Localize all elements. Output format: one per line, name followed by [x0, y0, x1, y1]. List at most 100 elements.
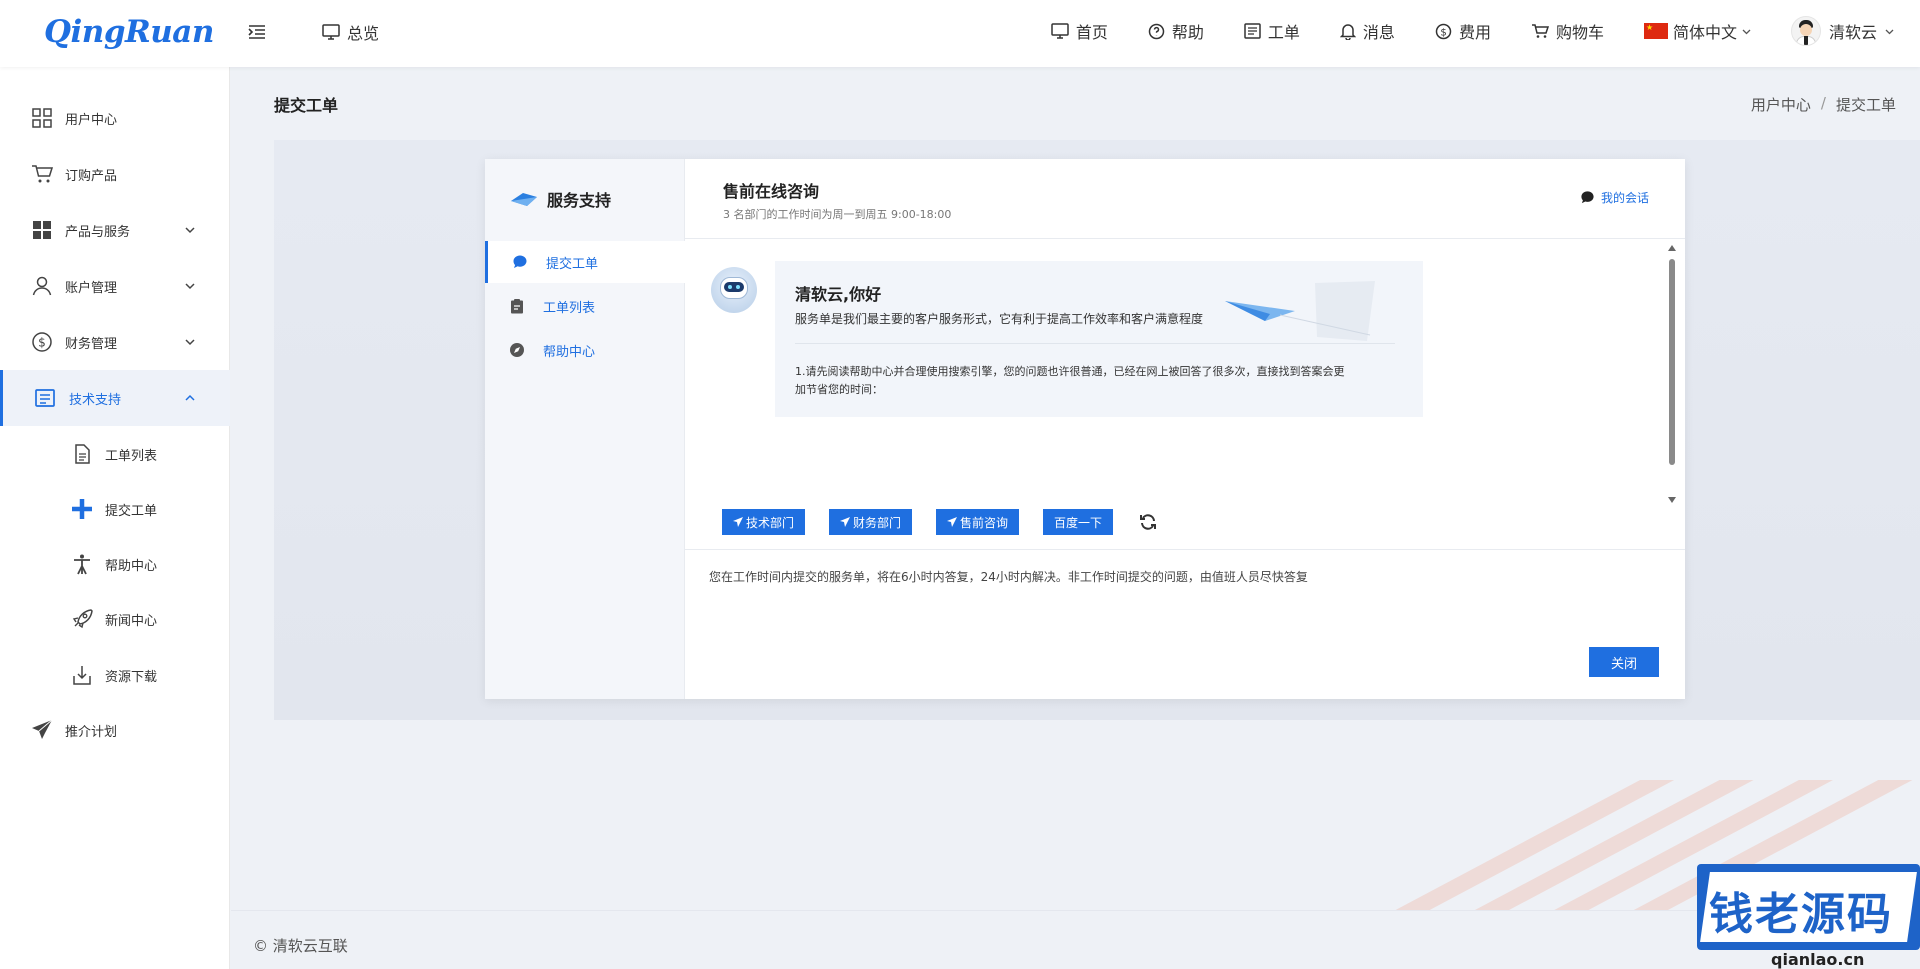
page-title: 提交工单 [274, 96, 339, 115]
close-button[interactable]: 关闭 [1589, 647, 1659, 677]
welcome-title: 清软云,你好 [795, 285, 882, 304]
cart-icon [32, 165, 53, 183]
nav-message[interactable]: 消息 [1339, 19, 1395, 43]
cloud-icon [511, 193, 537, 206]
send-icon [733, 517, 743, 527]
apps-icon [33, 221, 51, 239]
consult-title: 售前在线咨询 [723, 182, 820, 201]
sidebar-item-finance[interactable]: $ 财务管理 [0, 314, 230, 370]
finance-dept-button[interactable]: 财务部门 [829, 509, 913, 535]
dollar-icon: $ [32, 332, 52, 352]
breadcrumb-separator: / [1820, 94, 1826, 112]
sidebar-item-submit-ticket[interactable]: 提交工单 [0, 481, 230, 537]
paper-plane-decoration-icon [1225, 281, 1375, 341]
presales-button[interactable]: 售前咨询 [936, 509, 1020, 535]
sidebar-item-help-center[interactable]: 帮助中心 [0, 536, 230, 592]
monitor-icon [1051, 23, 1069, 39]
chevron-up-icon [185, 394, 195, 401]
nav-cart[interactable]: 购物车 [1531, 19, 1604, 43]
sidebar-item-label: 推介计划 [65, 724, 118, 740]
scroll-up-icon[interactable] [1668, 245, 1676, 251]
nav-home-label: 首页 [1075, 23, 1108, 42]
sidebar-item-label: 新闻中心 [105, 613, 158, 629]
sidebar-item-products-services[interactable]: 产品与服务 [0, 202, 230, 258]
chevron-down-icon [185, 283, 195, 290]
grid-icon [32, 108, 52, 128]
finance-dept-label: 财务部门 [853, 515, 902, 530]
send-icon [947, 517, 958, 527]
person-icon [74, 554, 90, 575]
scroll-thumb[interactable] [1669, 259, 1675, 465]
menu-submit-ticket[interactable]: 提交工单 [485, 241, 685, 283]
sidebar-item-label: 技术支持 [69, 392, 122, 408]
welcome-tip: 1.请先阅读帮助中心并合理使用搜索引擎，您的问题也许很普通，已经在网上被回答了很… [795, 365, 1345, 396]
nav-fee-label: 费用 [1458, 23, 1491, 42]
sidebar-item-downloads[interactable]: 资源下载 [0, 647, 230, 703]
robot-avatar-icon [711, 267, 757, 313]
chevron-down-icon [1742, 29, 1751, 34]
divider [795, 343, 1395, 344]
nav-ticket-label: 工单 [1267, 23, 1300, 42]
chat-scrollbar[interactable] [1666, 243, 1678, 505]
nav-fee[interactable]: $ 费用 [1435, 19, 1491, 43]
sidebar-item-order-products[interactable]: 订购产品 [0, 146, 230, 202]
footer: © 清软云互联 [231, 910, 1920, 969]
support-title: 服务支持 [509, 187, 611, 211]
sidebar-item-account[interactable]: 账户管理 [0, 258, 230, 314]
bell-icon [1339, 23, 1356, 40]
nav-ticket[interactable]: 工单 [1244, 19, 1300, 43]
breadcrumb: 用户中心 / 提交工单 [1751, 94, 1896, 115]
monitor-icon [322, 24, 340, 40]
chevron-down-icon [185, 227, 195, 234]
nav-home[interactable]: 首页 [1051, 19, 1108, 43]
sidebar-item-user-center[interactable]: 用户中心 [0, 90, 230, 146]
breadcrumb-current: 提交工单 [1835, 96, 1896, 114]
sidebar-item-label: 帮助中心 [105, 558, 158, 574]
question-icon [1148, 23, 1165, 39]
sidebar-item-news[interactable]: 新闻中心 [0, 591, 230, 647]
user-name: 清软云 [1828, 23, 1877, 42]
refresh-icon[interactable] [1139, 513, 1157, 531]
response-time-note: 您在工作时间内提交的服务单，将在6小时内答复，24小时内解决。非工作时间提交的问… [709, 570, 1308, 584]
svg-text:$: $ [38, 336, 46, 350]
consult-subtitle: 3 名部门的工作时间为周一到周五 9:00-18:00 [723, 208, 952, 221]
sidebar-item-tech-support[interactable]: 技术支持 [0, 370, 230, 426]
language-select[interactable]: 简体中文 [1643, 19, 1751, 43]
send-icon [840, 517, 851, 527]
chat-bubble-icon [1581, 191, 1594, 204]
menu-toggle-icon[interactable] [246, 21, 268, 43]
support-card: 服务支持 提交工单 工单列表 帮助中心 售前在线咨询 3 名部门的工作时间为周一… [485, 159, 1685, 699]
nav-cart-label: 购物车 [1555, 23, 1604, 42]
support-title-label: 服务支持 [547, 191, 612, 210]
tech-dept-button[interactable]: 技术部门 [722, 509, 806, 535]
menu-help-center[interactable]: 帮助中心 [485, 329, 685, 371]
my-chat-link[interactable]: 我的会话 [1580, 189, 1649, 206]
scroll-down-icon[interactable] [1668, 497, 1676, 503]
sidebar-item-referral[interactable]: 推介计划 [0, 702, 230, 758]
support-icon [35, 389, 55, 407]
overview-link[interactable]: 总览 [322, 20, 379, 44]
menu-ticket-list[interactable]: 工单列表 [485, 285, 685, 327]
sidebar: 用户中心 订购产品 产品与服务 账户管理 $ 财务管理 技术支持 工单列表 提交… [0, 67, 230, 969]
welcome-intro: 服务单是我们最主要的客户服务形式，它有利于提高工作效率和客户满意程度 [795, 312, 1204, 326]
sidebar-item-label: 财务管理 [65, 336, 118, 352]
language-label: 简体中文 [1672, 23, 1737, 42]
baidu-search-button[interactable]: 百度一下 [1043, 509, 1114, 535]
sidebar-item-ticket-list[interactable]: 工单列表 [0, 426, 230, 482]
nav-help[interactable]: 帮助 [1148, 19, 1204, 43]
my-chat-label: 我的会话 [1600, 191, 1649, 205]
watermark-title: 钱老源码 [1709, 889, 1893, 940]
reply-area: 您在工作时间内提交的服务单，将在6小时内答复，24小时内解决。非工作时间提交的问… [685, 549, 1685, 699]
breadcrumb-user-center[interactable]: 用户中心 [1751, 94, 1811, 115]
avatar [1790, 16, 1821, 46]
paper-plane-icon [32, 719, 53, 739]
overview-label: 总览 [347, 24, 380, 43]
sidebar-item-label: 提交工单 [105, 503, 158, 519]
menu-item-label: 帮助中心 [543, 344, 596, 360]
user-menu[interactable]: 清软云 [1790, 16, 1894, 46]
chat-area: 清软云,你好 服务单是我们最主要的客户服务形式，它有利于提高工作效率和客户满意程… [685, 239, 1685, 509]
support-menu: 服务支持 提交工单 工单列表 帮助中心 [485, 159, 685, 699]
cart-icon [1531, 24, 1549, 38]
logo[interactable]: QingRuan [44, 14, 214, 50]
nav-message-label: 消息 [1362, 23, 1395, 42]
